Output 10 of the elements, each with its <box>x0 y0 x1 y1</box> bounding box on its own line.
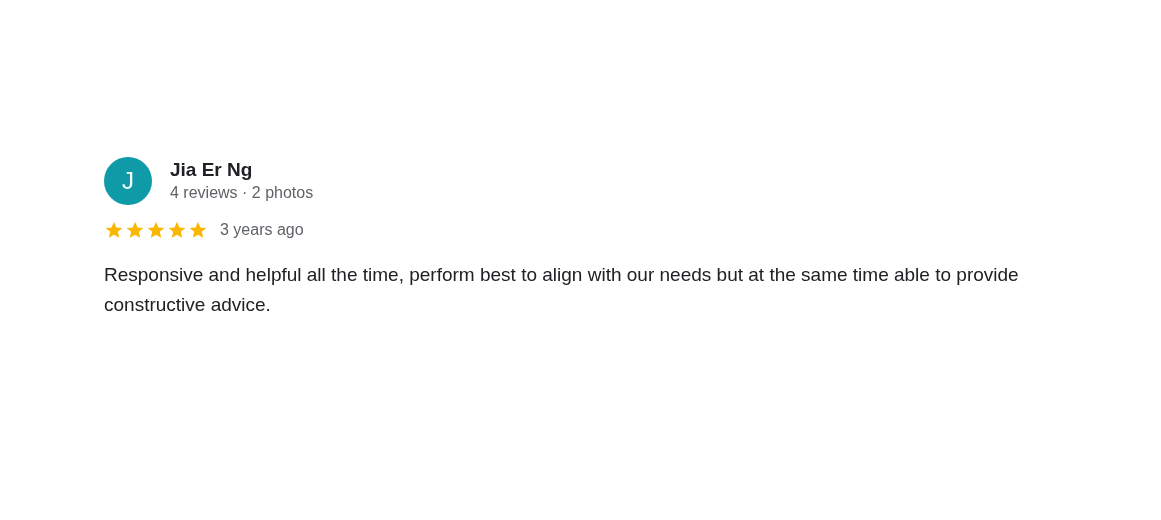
star-icon <box>125 220 145 240</box>
author-name: Jia Er Ng <box>170 158 254 182</box>
star-icon <box>188 220 208 240</box>
avatar: J <box>104 157 152 205</box>
star-icon <box>146 220 166 240</box>
review-time: 3 years ago <box>220 220 304 240</box>
author-meta: 4 reviews · 2 photos <box>170 183 314 203</box>
review-text: Responsive and helpful all the time, perform best to align with our needs but at the same time able to provide constructive advice. <box>104 263 1020 317</box>
star-icon <box>167 220 187 240</box>
star-icon <box>104 220 124 240</box>
